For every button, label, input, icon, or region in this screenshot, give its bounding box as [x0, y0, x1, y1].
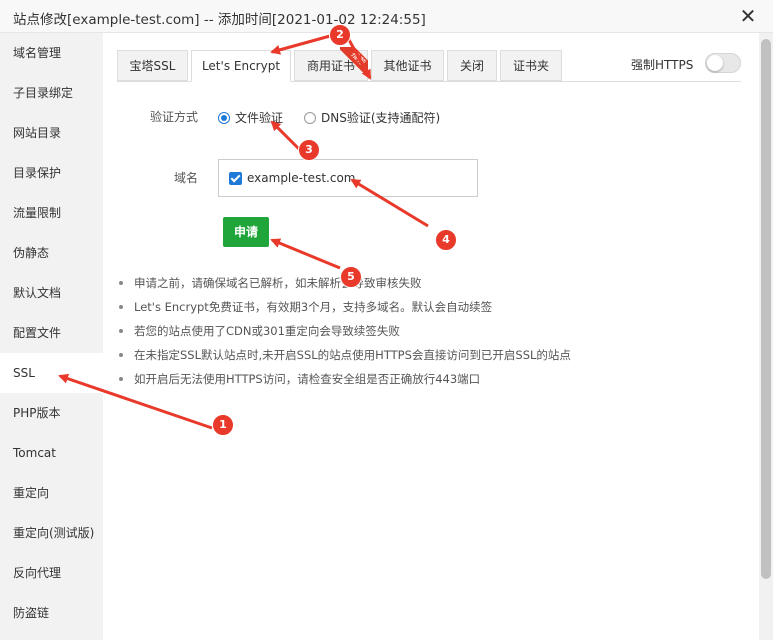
domain-list-box: example-test.com — [218, 159, 478, 197]
tip-item: 若您的站点使用了CDN或301重定向会导致续签失败 — [118, 323, 571, 347]
scrollbar[interactable] — [759, 33, 773, 640]
tab-cert-folder[interactable]: 证书夹 — [500, 50, 562, 81]
sidebar-item-redirect-beta[interactable]: 重定向(测试版) — [0, 513, 103, 553]
sidebar-item-traffic-limit[interactable]: 流量限制 — [0, 193, 103, 233]
domain-label: 域名 — [174, 171, 199, 185]
domain-checkbox-row[interactable]: example-test.com — [229, 171, 355, 185]
force-https-label: 强制HTTPS — [631, 58, 694, 72]
annotation-badge-4: 4 — [435, 229, 457, 251]
tip-item: 在未指定SSL默认站点时,未开启SSL的站点使用HTTPS会直接访问到已开启SS… — [118, 347, 571, 371]
sidebar-item-domain[interactable]: 域名管理 — [0, 33, 103, 73]
verify-method-label: 验证方式 — [150, 110, 199, 124]
tab-other-cert[interactable]: 其他证书 — [371, 50, 444, 81]
sidebar-item-default-doc[interactable]: 默认文档 — [0, 273, 103, 313]
sidebar-item-redirect[interactable]: 重定向 — [0, 473, 103, 513]
tab-close[interactable]: 关闭 — [447, 50, 497, 81]
sidebar-item-dir-protect[interactable]: 目录保护 — [0, 153, 103, 193]
radio-file-verify-label: 文件验证 — [235, 111, 284, 125]
tip-item: 如开启后无法使用HTTPS访问，请检查安全组是否正确放行443端口 — [118, 371, 571, 395]
sidebar-item-ssl[interactable]: SSL — [0, 353, 103, 393]
scrollbar-thumb[interactable] — [761, 39, 771, 579]
annotation-badge-1: 1 — [212, 414, 234, 436]
apply-button[interactable]: 申请 — [223, 217, 269, 247]
sidebar: 域名管理 子目录绑定 网站目录 目录保护 流量限制 伪静态 默认文档 配置文件 … — [0, 33, 103, 640]
tab-lets-encrypt[interactable]: Let's Encrypt — [191, 50, 291, 82]
radio-dns-verify[interactable]: DNS验证(支持通配符) — [304, 109, 440, 126]
force-https-toggle[interactable] — [705, 53, 741, 73]
close-icon[interactable]: ✕ — [737, 5, 759, 27]
sidebar-item-hotlink[interactable]: 防盗链 — [0, 593, 103, 633]
radio-dot-icon — [218, 111, 230, 124]
sidebar-item-rewrite[interactable]: 伪静态 — [0, 233, 103, 273]
sidebar-item-tomcat[interactable]: Tomcat — [0, 433, 103, 473]
sidebar-item-site-dir[interactable]: 网站目录 — [0, 113, 103, 153]
annotation-badge-3: 3 — [298, 139, 320, 161]
radio-dot-icon — [304, 111, 316, 124]
sidebar-item-subdir[interactable]: 子目录绑定 — [0, 73, 103, 113]
tab-commercial-cert[interactable]: 商用证书 — [294, 50, 368, 81]
annotation-badge-2: 2 — [329, 24, 351, 46]
tab-bt-ssl[interactable]: 宝塔SSL — [117, 50, 188, 81]
sidebar-item-php[interactable]: PHP版本 — [0, 393, 103, 433]
window-title: 站点修改[example-test.com] -- 添加时间[2021-01-0… — [13, 12, 426, 28]
tips-list: 申请之前，请确保域名已解析，如未解析会导致审核失败 Let's Encrypt免… — [118, 275, 571, 395]
checkbox-checked-icon[interactable] — [229, 171, 242, 185]
window-titlebar: 站点修改[example-test.com] -- 添加时间[2021-01-0… — [0, 0, 773, 33]
domain-item-label: example-test.com — [247, 171, 356, 185]
radio-dns-verify-label: DNS验证(支持通配符) — [321, 111, 441, 125]
sidebar-item-config[interactable]: 配置文件 — [0, 313, 103, 353]
sidebar-item-reverse-proxy[interactable]: 反向代理 — [0, 553, 103, 593]
tip-item: Let's Encrypt免费证书，有效期3个月，支持多域名。默认会自动续签 — [118, 299, 571, 323]
annotation-badge-5: 5 — [340, 266, 362, 288]
radio-file-verify[interactable]: 文件验证 — [218, 109, 283, 126]
toggle-knob — [707, 55, 723, 71]
